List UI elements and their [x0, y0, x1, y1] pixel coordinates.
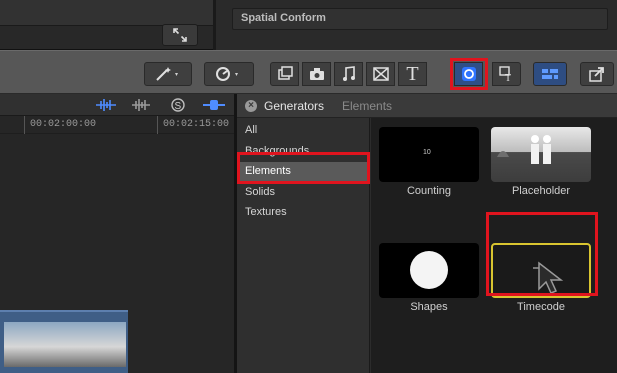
photos-button[interactable] [270, 62, 299, 86]
share-button[interactable] [580, 62, 614, 86]
solo-icon[interactable]: S [170, 97, 186, 113]
music-button[interactable] [334, 62, 363, 86]
viewer-area [0, 0, 214, 26]
titles-icon: T [406, 62, 419, 85]
timeline-panel: S 00:02:00:00 00:02:15:00 [0, 94, 234, 373]
clip-thumbnail [46, 322, 88, 367]
people-icon [497, 135, 551, 164]
viewer-bottom-bar [0, 0, 214, 50]
browser-header: × Generators Elements [237, 94, 617, 118]
main-toolbar: T T [0, 50, 617, 94]
enhancements-button[interactable] [144, 62, 192, 86]
close-icon[interactable]: × [245, 100, 257, 112]
timecode-highlight [486, 212, 598, 296]
generator-name: Placeholder [511, 185, 571, 197]
retime-icon [216, 67, 238, 81]
music-icon [342, 66, 355, 81]
photos-icon [277, 66, 293, 80]
audio-waveform-icon[interactable] [95, 98, 117, 112]
category-textures[interactable]: Textures [237, 203, 369, 224]
camera-button[interactable] [302, 62, 331, 86]
camera-icon [309, 68, 324, 80]
ruler-label: 00:02:00:00 [30, 119, 97, 130]
inspector-panel: Spatial Conform [216, 0, 617, 50]
clip-thumbnail [4, 322, 46, 367]
snapping-icon[interactable] [202, 98, 226, 112]
circle-shape [410, 251, 448, 289]
fullscreen-button[interactable] [162, 24, 198, 46]
generators-highlight [450, 58, 488, 90]
themes-icon: T [498, 66, 511, 82]
magic-wand-icon [156, 67, 178, 81]
waveform-icon[interactable] [131, 98, 151, 112]
titles-button[interactable]: T [398, 62, 427, 86]
ruler-label: 00:02:15:00 [163, 119, 230, 130]
generator-thumbnail [379, 243, 479, 298]
clip-thumbnail [88, 322, 126, 367]
effects-icon [542, 69, 558, 79]
generator-thumbnail [491, 127, 591, 182]
generator-counting[interactable]: 10 Counting [379, 127, 479, 197]
transitions-icon [372, 67, 389, 81]
generator-thumbnail: 10 [379, 127, 479, 182]
generator-placeholder[interactable]: Placeholder [491, 127, 591, 197]
generators-browser: × Generators Elements All Backgrounds El… [237, 94, 617, 373]
timeline-ruler[interactable]: 00:02:00:00 00:02:15:00 [0, 116, 234, 134]
generator-name: Shapes [410, 301, 448, 313]
timeline-clip[interactable] [0, 310, 128, 373]
svg-text:T: T [505, 73, 511, 82]
timeline-header: S [0, 94, 234, 116]
category-solids[interactable]: Solids [237, 183, 369, 204]
inspector-section-title: Spatial Conform [232, 8, 608, 30]
generator-name: Counting [406, 185, 452, 197]
breadcrumb[interactable]: Elements [342, 99, 392, 113]
category-all[interactable]: All [237, 121, 369, 142]
retime-button[interactable] [204, 62, 254, 86]
share-icon [589, 67, 604, 82]
browser-title: Generators [264, 99, 325, 113]
themes-button[interactable]: T [492, 62, 521, 86]
elements-highlight [237, 152, 370, 184]
generator-shapes[interactable]: Shapes [379, 243, 479, 313]
generator-name: Timecode [517, 301, 565, 313]
svg-text:S: S [175, 101, 182, 112]
transitions-button[interactable] [366, 62, 395, 86]
expand-icon [173, 28, 187, 42]
effects-button[interactable] [533, 62, 567, 86]
